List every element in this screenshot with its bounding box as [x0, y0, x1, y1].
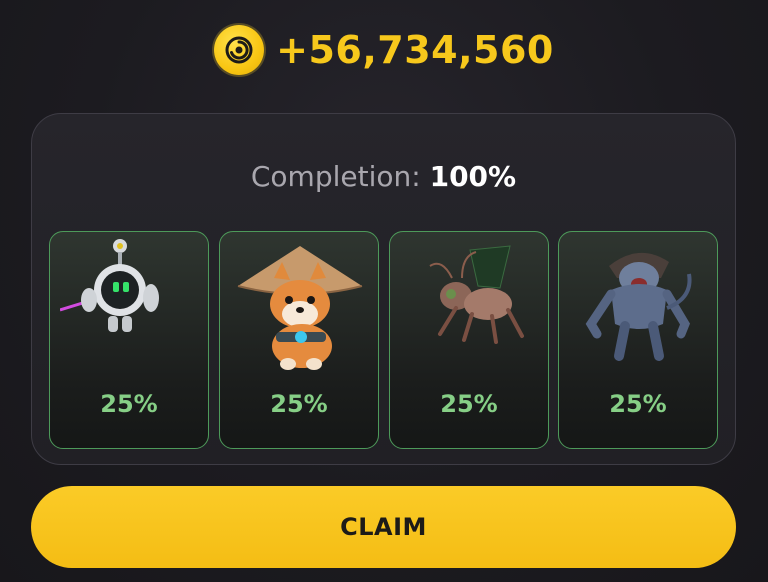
card-percent: 25% [100, 390, 158, 418]
reward-header: +56,734,560 [0, 22, 768, 78]
card-shiba[interactable]: 25% [219, 231, 379, 449]
robot-card-icon [60, 239, 159, 332]
completion-value: 100% [429, 160, 517, 193]
completion-panel: Completion: 100% 25% 25% 25% 25% [31, 113, 736, 465]
shiba-card-icon [237, 246, 363, 370]
card-beast[interactable]: 25% [558, 231, 718, 449]
card-percent: 25% [609, 390, 667, 418]
card-percent: 25% [440, 390, 498, 418]
beast-card-icon [585, 252, 692, 361]
claim-button[interactable]: CLAIM [31, 486, 736, 568]
card-percent: 25% [270, 390, 328, 418]
card-insect[interactable]: 25% [389, 231, 549, 449]
completion-label: Completion: [250, 160, 421, 193]
coin-icon [214, 25, 265, 75]
completion-text: Completion: 100% [32, 160, 735, 193]
insect-card-icon [429, 245, 524, 344]
card-robot[interactable]: 25% [49, 231, 209, 449]
reward-amount: +56,734,560 [276, 28, 554, 72]
